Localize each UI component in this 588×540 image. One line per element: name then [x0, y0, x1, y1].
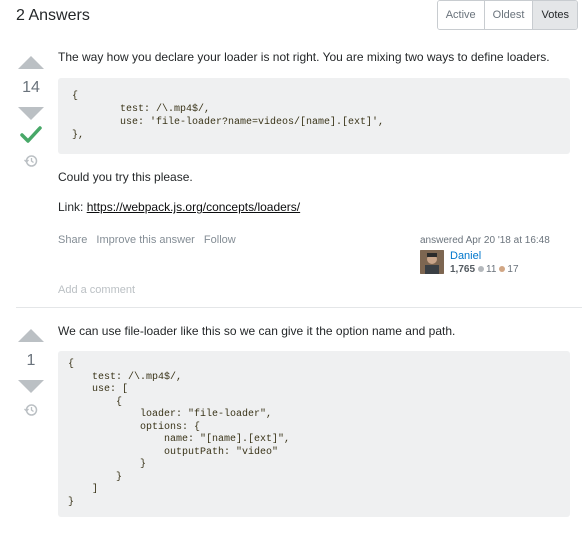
- link-label: Link:: [58, 200, 87, 214]
- answers-count: 2 Answers: [16, 7, 90, 24]
- history-icon[interactable]: [24, 403, 38, 417]
- user-name[interactable]: Daniel: [450, 250, 519, 262]
- bronze-badge-count: 17: [507, 264, 519, 275]
- avatar[interactable]: [420, 250, 444, 274]
- answer-body: We can use file-loader like this so we c…: [58, 323, 570, 517]
- bronze-badge-icon: [499, 265, 506, 272]
- add-comment-link[interactable]: Add a comment: [58, 284, 135, 296]
- user-reputation: 1,765 11 17: [450, 264, 519, 275]
- code-block: { test: /\.mp4$/, use: 'file-loader?name…: [58, 78, 570, 154]
- tab-votes[interactable]: Votes: [532, 1, 577, 29]
- vote-cell: 14: [11, 56, 51, 168]
- answer-text: We can use file-loader like this so we c…: [58, 324, 456, 338]
- upvote-arrow-icon[interactable]: [18, 329, 44, 342]
- upvote-arrow-icon[interactable]: [18, 56, 44, 69]
- post-menu: Share Improve this answer Follow: [58, 234, 242, 246]
- code-block: { test: /\.mp4$/, use: [ { loader: "file…: [58, 351, 570, 517]
- accepted-check-icon: [20, 126, 42, 143]
- answer-divider: [16, 307, 582, 308]
- answer-body: The way how you declare your loader is n…: [58, 49, 570, 215]
- answer-link-line: Link: https://webpack.js.org/concepts/lo…: [58, 199, 570, 215]
- share-link[interactable]: Share: [58, 234, 87, 246]
- silver-badge-count: 11: [486, 264, 497, 275]
- answered-time: answered Apr 20 '18 at 16:48: [420, 235, 550, 246]
- improve-link[interactable]: Improve this answer: [96, 234, 194, 246]
- answer-link[interactable]: https://webpack.js.org/concepts/loaders/: [87, 200, 300, 214]
- tab-oldest[interactable]: Oldest: [483, 1, 533, 29]
- sort-tabs: Active Oldest Votes: [436, 0, 578, 30]
- user-signature: answered Apr 20 '18 at 16:48 Daniel 1,76…: [420, 235, 570, 275]
- answer-text: The way how you declare your loader is n…: [58, 50, 550, 64]
- silver-badge-icon: [478, 265, 485, 272]
- downvote-arrow-icon[interactable]: [18, 107, 44, 120]
- downvote-arrow-icon[interactable]: [18, 380, 44, 393]
- history-icon[interactable]: [24, 154, 38, 168]
- answer-text: Could you try this please.: [58, 170, 193, 184]
- tab-active[interactable]: Active: [437, 1, 484, 29]
- vote-count: 14: [22, 79, 40, 96]
- answers-header: 2 Answers Active Oldest Votes: [16, 0, 582, 30]
- reputation-score: 1,765: [450, 264, 476, 275]
- follow-link[interactable]: Follow: [204, 234, 236, 246]
- vote-count: 1: [26, 352, 36, 369]
- vote-cell: 1: [11, 329, 51, 417]
